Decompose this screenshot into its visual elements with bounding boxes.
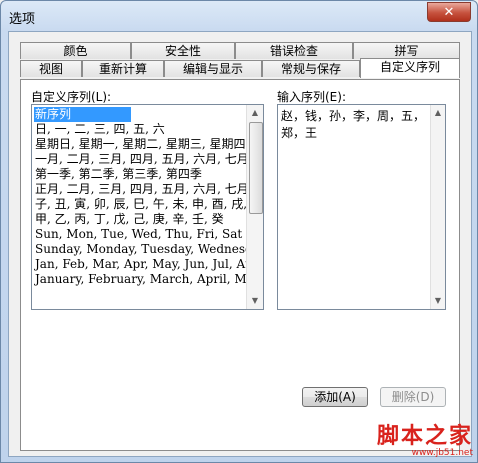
tab-custom-lists[interactable]: 自定义序列 — [360, 58, 460, 78]
list-item[interactable]: 星期日, 星期一, 星期二, 星期三, 星期四, 星期五, 星期六 — [34, 137, 263, 152]
options-dialog: 选项 ✕ 颜色 安全性 错误检查 拼写 视图 重新计算 编辑与显示 常规与保存 … — [0, 0, 478, 463]
dialog-body: 颜色 安全性 错误检查 拼写 视图 重新计算 编辑与显示 常规与保存 自定义序列… — [8, 31, 472, 457]
list-item[interactable]: 新序列 — [34, 107, 131, 122]
window-title: 选项 — [9, 12, 36, 27]
tab-color[interactable]: 颜色 — [20, 42, 131, 59]
list-item[interactable]: Sunday, Monday, Tuesday, Wednesday, Thur… — [34, 242, 263, 257]
tab-label: 常规与保存 — [280, 62, 341, 76]
tab-label: 视图 — [38, 62, 63, 76]
scroll-thumb[interactable] — [249, 122, 263, 214]
close-icon: ✕ — [443, 4, 455, 20]
list-item[interactable]: 甲, 乙, 丙, 丁, 戊, 己, 庚, 辛, 壬, 癸 — [34, 212, 263, 227]
list-item[interactable]: January, February, March, April, May, Ju… — [34, 272, 263, 287]
tab-recalculation[interactable]: 重新计算 — [82, 60, 164, 77]
delete-button[interactable]: 删除(D) — [380, 387, 446, 407]
list-item[interactable]: 日, 一, 二, 三, 四, 五, 六 — [34, 122, 263, 137]
close-button[interactable]: ✕ — [427, 2, 471, 22]
list-item[interactable]: 一月, 二月, 三月, 四月, 五月, 六月, 七月, 八月, 九月, 十月, … — [34, 152, 263, 167]
tab-label: 错误检查 — [269, 44, 318, 58]
tab-security[interactable]: 安全性 — [131, 42, 235, 59]
list-item[interactable]: Sun, Mon, Tue, Wed, Thu, Fri, Sat — [34, 227, 263, 242]
list-item[interactable]: Jan, Feb, Mar, Apr, May, Jun, Jul, Aug, … — [34, 257, 263, 272]
list-item[interactable]: 子, 丑, 寅, 卯, 辰, 巳, 午, 未, 申, 酉, 戌, 亥 — [34, 197, 263, 212]
custom-lists-items: 新序列 日, 一, 二, 三, 四, 五, 六星期日, 星期一, 星期二, 星期三… — [34, 107, 263, 287]
tab-general-save[interactable]: 常规与保存 — [262, 60, 360, 77]
tab-label: 安全性 — [164, 44, 201, 58]
tab-label: 重新计算 — [98, 62, 147, 76]
tab-view[interactable]: 视图 — [20, 60, 82, 77]
input-sequence-textarea[interactable]: 赵，钱，孙，李，周，五，郑，王 ▲ ▼ — [277, 104, 446, 310]
input-sequence-value: 赵，钱，孙，李，周，五，郑，王 — [281, 109, 426, 140]
tab-label: 颜色 — [63, 44, 88, 58]
custom-lists-listbox[interactable]: 新序列 日, 一, 二, 三, 四, 五, 六星期日, 星期一, 星期二, 星期三… — [31, 104, 264, 310]
list-scrollbar[interactable]: ▲ ▼ — [246, 105, 263, 309]
watermark-title: 脚本之家 — [376, 423, 473, 449]
watermark-logo: 脚本之家 www.jb51.net — [363, 424, 473, 458]
list-item[interactable]: 第一季, 第二季, 第三季, 第四季 — [34, 167, 263, 182]
custom-lists-panel: 自定义序列(L): 新序列 日, 一, 二, 三, 四, 五, 六星期日, 星期一… — [20, 79, 460, 451]
input-scrollbar[interactable]: ▲ ▼ — [430, 105, 445, 309]
input-sequence-label: 输入序列(E): — [277, 90, 346, 104]
add-button[interactable]: 添加(A) — [302, 387, 368, 407]
tab-label: 拼写 — [394, 44, 419, 58]
scroll-down-icon[interactable]: ▼ — [247, 293, 263, 309]
tab-label: 自定义序列 — [379, 60, 440, 74]
scroll-down-icon[interactable]: ▼ — [431, 293, 445, 309]
title-bar[interactable]: 选项 ✕ — [1, 1, 477, 31]
custom-lists-label: 自定义序列(L): — [31, 90, 112, 104]
tab-edit-display[interactable]: 编辑与显示 — [164, 60, 262, 77]
list-item[interactable]: 正月, 二月, 三月, 四月, 五月, 六月, 七月, 八月, 九月, 十月, … — [34, 182, 263, 197]
scroll-up-icon[interactable]: ▲ — [247, 105, 263, 121]
tab-error-checking[interactable]: 错误检查 — [235, 42, 353, 59]
scroll-up-icon[interactable]: ▲ — [431, 105, 445, 121]
tab-spelling[interactable]: 拼写 — [353, 42, 460, 59]
watermark-url: www.jb51.net — [411, 448, 473, 458]
tab-label: 编辑与显示 — [182, 62, 243, 76]
